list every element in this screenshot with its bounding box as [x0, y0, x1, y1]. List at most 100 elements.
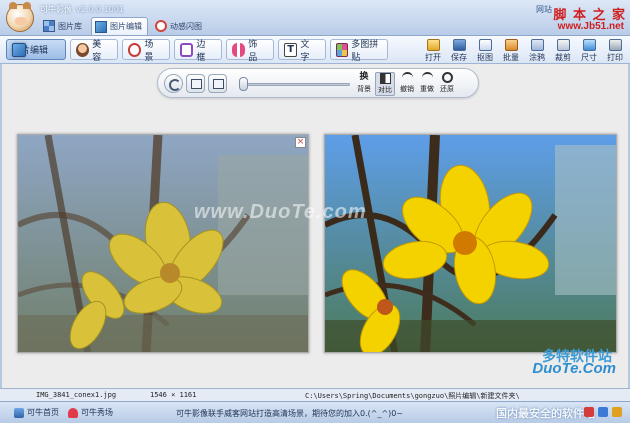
mode-tabs: 图片库 图片编辑 动感闪图 — [40, 17, 207, 35]
resize-icon — [582, 39, 596, 51]
photo-edit-icon — [95, 20, 107, 33]
window-icon[interactable] — [598, 407, 608, 417]
title-bar: 可牛影像 v2.0.0.1001 图片库 图片编辑 动感闪图 网站 脚 本 之 家… — [0, 0, 630, 36]
home-label: 可牛首页 — [27, 408, 59, 417]
fit-window-button[interactable] — [186, 74, 205, 93]
tool-label: 涂鸦 — [529, 53, 545, 62]
change-background-button[interactable]: 换 背景 — [354, 72, 374, 96]
close-icon[interactable]: × — [295, 137, 306, 148]
tab-label: 图片库 — [58, 21, 82, 31]
open-folder-icon — [426, 39, 440, 51]
tool-label: 饰 品 — [248, 39, 258, 63]
scene-icon — [128, 42, 142, 57]
face-icon — [76, 42, 90, 57]
button-label: 背景 — [357, 85, 371, 93]
star-icon[interactable] — [612, 407, 622, 417]
rotate-button[interactable] — [164, 74, 183, 93]
save-icon — [452, 39, 466, 51]
scene-button[interactable]: 场 景 — [122, 39, 170, 63]
gif-icon — [155, 20, 167, 32]
status-path: C:\Users\Spring\Documents\gongzuo\照片编辑\新… — [305, 392, 520, 400]
tool-label: 打印 — [607, 53, 623, 62]
tab-image-edit[interactable]: 图片编辑 — [91, 17, 148, 35]
tool-label: 多图拼贴 — [351, 39, 379, 63]
beauty-button[interactable]: 美 容 — [70, 39, 118, 63]
show-label: 可牛秀场 — [81, 408, 113, 417]
doodle-button[interactable]: 涂鸦 — [524, 37, 550, 63]
app-name: 可牛影像 — [40, 5, 72, 14]
tool-label: 场 景 — [144, 39, 154, 63]
redo-icon — [421, 72, 433, 83]
tab-image-library[interactable]: 图片库 — [40, 17, 87, 35]
frame-icon — [180, 42, 194, 57]
original-photo: × — [17, 134, 309, 353]
zoom-slider-handle[interactable] — [239, 77, 248, 91]
tool-label: 裁剪 — [555, 53, 571, 62]
button-label: 重做 — [420, 85, 434, 93]
button-label: 撤销 — [400, 85, 414, 93]
home-icon — [14, 407, 24, 418]
bow-icon — [232, 42, 246, 57]
flag-icon[interactable] — [584, 407, 594, 417]
app-title: 可牛影像 v2.0.0.1001 — [40, 4, 124, 15]
cutout-icon — [478, 39, 492, 51]
undo-icon — [401, 72, 413, 83]
view-control-bar: 换 背景 对比 撤销 重做 还原 — [157, 68, 479, 98]
actual-size-button[interactable] — [208, 74, 227, 93]
tab-label: 图片编辑 — [110, 22, 142, 31]
tool-label: 文 字 — [300, 39, 310, 63]
compare-icon — [379, 73, 391, 84]
resize-button[interactable]: 尺寸 — [576, 37, 602, 63]
main-toolbar: 照片编辑 美 容 场 景 边 框 饰 品 T 文 字 多图拼贴 打开 保存 抠图… — [0, 36, 630, 64]
collage-button[interactable]: 多图拼贴 — [330, 39, 388, 63]
show-link[interactable]: 可牛秀场 — [68, 407, 113, 418]
crop-icon — [556, 39, 570, 51]
restore-button[interactable]: 还原 — [437, 72, 457, 96]
decoration-button[interactable]: 饰 品 — [226, 39, 274, 63]
workspace: 换 背景 对比 撤销 重做 还原 × www.DuoTe.com — [0, 64, 630, 388]
footer-bar: 可牛首页 可牛秀场 可牛影像联手威客网站打造高清场景，期待您的加入0.(^_^)… — [0, 401, 630, 423]
app-logo-icon — [6, 2, 34, 32]
home-link[interactable]: 可牛首页 — [14, 407, 59, 418]
cutout-button[interactable]: 抠图 — [472, 37, 498, 63]
footer-message[interactable]: 可牛影像联手威客网站打造高清场景，期待您的加入0.(^_^)0~ — [176, 408, 403, 419]
button-label: 还原 — [440, 85, 454, 93]
batch-button[interactable]: 批量 — [498, 37, 524, 63]
restore-icon — [441, 72, 453, 83]
undo-button[interactable]: 撤销 — [397, 72, 417, 96]
watermark-url: www.Jb51.net — [557, 21, 624, 32]
edited-photo — [324, 134, 617, 353]
collage-icon — [336, 42, 349, 57]
flower-photo-before — [18, 135, 308, 352]
photo-icon — [12, 42, 26, 57]
crop-button[interactable]: 裁剪 — [550, 37, 576, 63]
tab-animated-gif[interactable]: 动感闪图 — [152, 17, 207, 35]
tool-label: 打开 — [425, 53, 441, 62]
status-filename: IMG_3841_conex1.jpg — [36, 391, 117, 399]
heart-icon — [68, 407, 78, 418]
open-button[interactable]: 打开 — [420, 37, 446, 63]
batch-icon — [504, 39, 518, 51]
tool-label: 边 框 — [196, 39, 206, 63]
save-button[interactable]: 保存 — [446, 37, 472, 63]
site-watermark: 脚 本 之 家 www.Jb51.net — [546, 2, 626, 34]
print-icon — [608, 39, 622, 51]
text-button[interactable]: T 文 字 — [278, 39, 326, 63]
zoom-slider-track[interactable] — [242, 83, 350, 86]
compare-button[interactable]: 对比 — [375, 72, 395, 96]
tool-label: 美 容 — [92, 39, 102, 63]
status-dimensions: 1546 × 1161 — [150, 391, 197, 399]
footer-watermark: 国内最安全的软件站 — [496, 407, 595, 420]
draw-icon — [530, 39, 544, 51]
footer-icons — [584, 407, 622, 417]
frame-button[interactable]: 边 框 — [174, 39, 222, 63]
tool-label: 保存 — [451, 53, 467, 62]
background-icon: 换 — [359, 72, 369, 82]
watermark-url: DuoTe.Com — [532, 360, 616, 377]
app-version: v2.0.0.1001 — [76, 5, 124, 14]
center-watermark: www.DuoTe.com — [194, 201, 367, 223]
photo-edit-button[interactable]: 照片编辑 — [6, 39, 66, 60]
redo-button[interactable]: 重做 — [417, 72, 437, 96]
tool-label: 尺寸 — [581, 53, 597, 62]
print-button[interactable]: 打印 — [602, 37, 628, 63]
